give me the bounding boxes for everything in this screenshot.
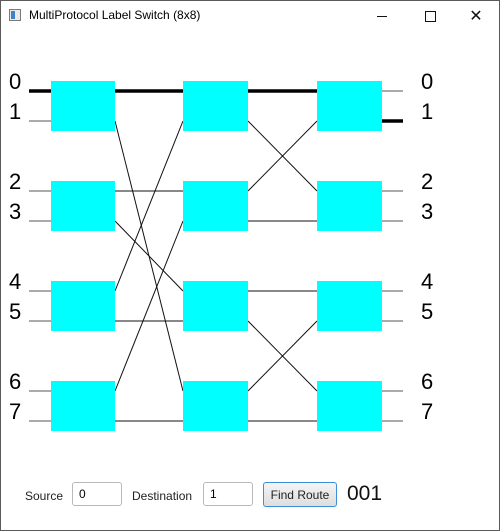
input-port-label: 2 xyxy=(9,169,22,194)
output-port-label: 5 xyxy=(421,299,434,324)
switch-stage2-2 xyxy=(183,281,248,331)
find-route-button[interactable]: Find Route xyxy=(263,482,337,507)
switch-stage1-0 xyxy=(51,81,115,131)
switch-stage1-1 xyxy=(51,181,115,231)
destination-input[interactable] xyxy=(203,482,253,506)
window-title: MultiProtocol Label Switch (8x8) xyxy=(29,8,201,22)
close-button[interactable]: ✕ xyxy=(453,1,499,31)
minimize-icon xyxy=(377,15,387,17)
link-s1-s2-c xyxy=(114,220,184,292)
maximize-button[interactable] xyxy=(407,1,453,31)
switch-stage3-0 xyxy=(317,81,382,131)
output-port-label: 0 xyxy=(421,69,434,94)
maximize-icon xyxy=(424,10,436,22)
input-port-label: 5 xyxy=(9,299,22,324)
input-port-label: 1 xyxy=(9,99,22,124)
close-icon: ✕ xyxy=(469,8,483,25)
route-result: 001 xyxy=(347,482,383,505)
output-port-label: 6 xyxy=(421,369,434,394)
switch-stage2-3 xyxy=(183,381,248,431)
link-s1-s2-d xyxy=(114,120,184,292)
switch-stage2-1 xyxy=(183,181,248,231)
switch-stage3-3 xyxy=(317,381,382,431)
input-port-label: 6 xyxy=(9,369,22,394)
title-bar: MultiProtocol Label Switch (8x8) ✕ xyxy=(1,1,499,31)
source-input[interactable] xyxy=(72,482,122,506)
switch-network-diagram: 0 1 2 3 4 5 6 7 0 1 2 3 4 5 6 7 xyxy=(1,31,499,471)
destination-label: Destination xyxy=(132,489,193,503)
switch-stage2-0 xyxy=(183,81,248,131)
output-port-label: 7 xyxy=(421,399,434,424)
input-port-label: 4 xyxy=(9,269,22,294)
input-port-label: 7 xyxy=(9,399,22,424)
switch-stage3-1 xyxy=(317,181,382,231)
output-port-label: 4 xyxy=(421,269,434,294)
app-window-icon xyxy=(9,9,21,21)
switch-stage3-2 xyxy=(317,281,382,331)
output-port-label: 3 xyxy=(421,199,434,224)
application-window: MultiProtocol Label Switch (8x8) ✕ 0 1 2… xyxy=(0,0,500,531)
link-s1-s2-f xyxy=(114,220,184,392)
output-port-label: 2 xyxy=(421,169,434,194)
switch-stage1-2 xyxy=(51,281,115,331)
input-port-label: 3 xyxy=(9,199,22,224)
minimize-button[interactable] xyxy=(359,1,405,31)
route-controls: Source Destination Find Route 001 xyxy=(1,479,499,513)
input-port-label: 0 xyxy=(9,69,22,94)
switch-stage1-3 xyxy=(51,381,115,431)
source-label: Source xyxy=(25,489,64,503)
output-port-label: 1 xyxy=(421,99,434,124)
